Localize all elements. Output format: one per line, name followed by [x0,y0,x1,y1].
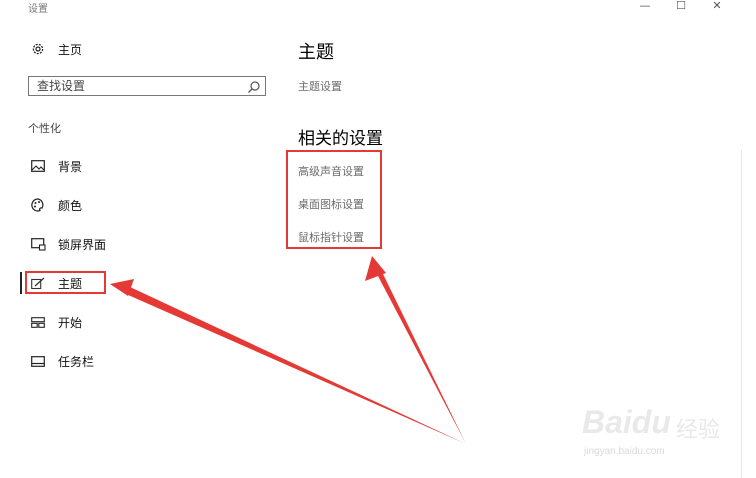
baidu-watermark: Baidu 经验 jingyan.baidu.com [582,398,732,468]
section-label: 个性化 [28,122,61,135]
scroll-region-edge [741,150,756,478]
page-title: 主题 [298,42,334,63]
sidebar-item-start[interactable]: 开始 [30,312,250,332]
close-button[interactable]: ✕ [706,0,728,14]
sidebar-item-lockscreen[interactable]: 锁屏界面 [30,234,250,254]
picture-icon [30,158,46,174]
search-input[interactable] [37,79,237,93]
palette-icon [30,197,46,213]
taskbar-icon [30,353,46,369]
sidebar-item-label: 任务栏 [58,354,95,369]
lockscreen-icon [30,236,46,252]
related-settings-heading: 相关的设置 [298,129,383,149]
sidebar-item-label: 主页 [58,42,83,57]
minimize-button[interactable]: — [634,0,656,14]
arrow-to-related [372,258,466,444]
annotation-box-themes [25,271,106,294]
sidebar-item-label: 背景 [58,159,83,174]
sidebar-item-label: 锁屏界面 [58,237,107,252]
sidebar-item-taskbar[interactable]: 任务栏 [30,351,250,371]
gear-icon [30,41,46,57]
theme-settings-link[interactable]: 主题设置 [298,78,342,94]
search-box[interactable] [28,76,266,96]
sidebar-item-label: 颜色 [58,198,83,213]
watermark-cn: 经验 [676,418,721,443]
sidebar-item-background[interactable]: 背景 [30,156,250,176]
selected-indicator [20,272,22,294]
arrow-head-related [365,256,386,281]
watermark-url: jingyan.baidu.com [584,446,665,457]
search-icon[interactable] [247,79,261,98]
watermark-brand: Baidu [582,404,671,440]
window-title: 设置 [28,4,48,15]
sidebar-item-colors[interactable]: 颜色 [30,195,250,215]
maximize-button[interactable]: ☐ [670,0,692,14]
annotation-box-related [286,150,382,249]
sidebar-item-home[interactable]: 主页 [30,40,82,58]
sidebar-item-label: 开始 [58,315,83,330]
start-icon [30,314,46,330]
